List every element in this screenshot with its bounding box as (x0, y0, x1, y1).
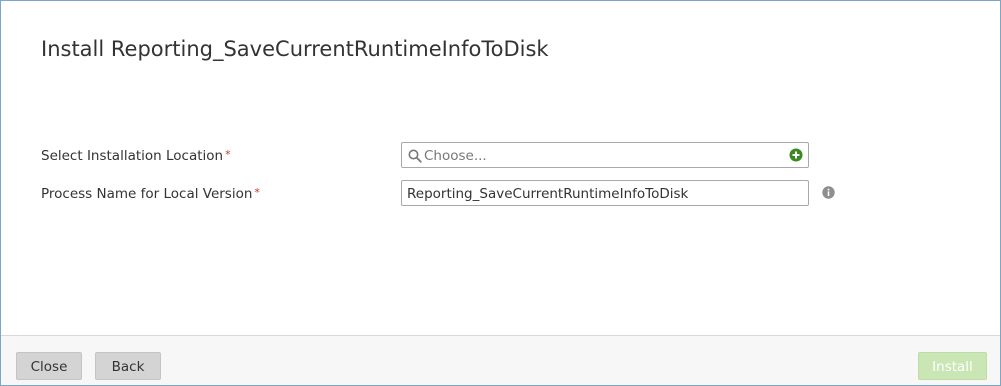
location-label-row: Select Installation Location * (41, 148, 231, 164)
install-dialog: Install Reporting_SaveCurrentRuntimeInfo… (0, 0, 1001, 386)
back-button[interactable]: Back (95, 352, 161, 380)
location-chooser[interactable]: Choose... (401, 142, 809, 168)
search-icon (408, 149, 422, 163)
dialog-title: Install Reporting_SaveCurrentRuntimeInfo… (41, 37, 549, 61)
location-label: Select Installation Location (41, 148, 224, 164)
process-name-label-row: Process Name for Local Version * (41, 186, 260, 202)
required-mark: * (254, 186, 260, 199)
required-mark: * (225, 148, 231, 161)
process-name-value: Reporting_SaveCurrentRuntimeInfoToDisk (407, 186, 689, 202)
process-name-label: Process Name for Local Version (41, 186, 253, 202)
add-icon[interactable] (789, 148, 803, 162)
location-placeholder: Choose... (424, 148, 487, 164)
process-name-input[interactable]: Reporting_SaveCurrentRuntimeInfoToDisk (401, 180, 809, 206)
close-button[interactable]: Close (16, 352, 82, 380)
install-button[interactable]: Install (918, 352, 987, 380)
dialog-footer: Close Back Install (1, 335, 1000, 385)
info-icon[interactable] (822, 186, 835, 199)
